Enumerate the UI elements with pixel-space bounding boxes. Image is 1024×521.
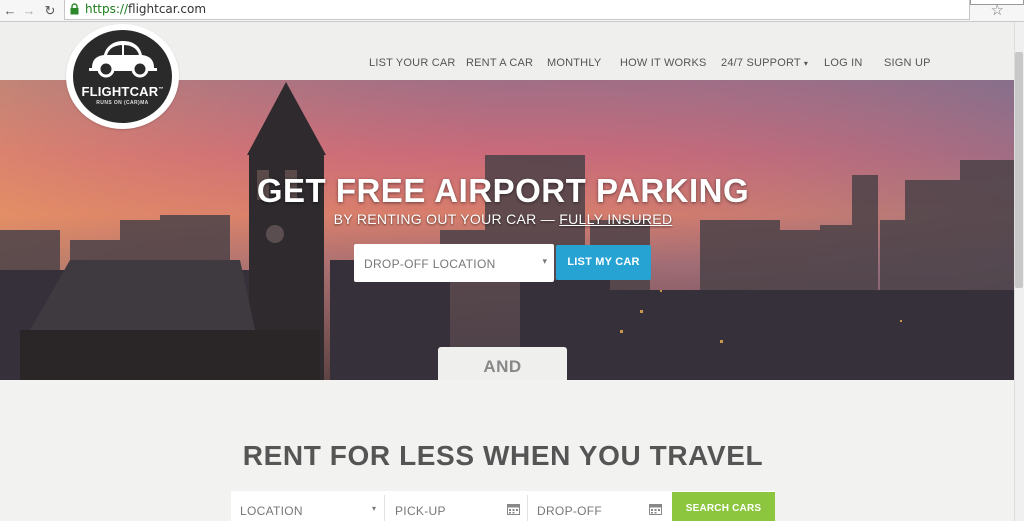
nav-how-it-works[interactable]: HOW IT WORKS [620, 57, 707, 69]
search-cars-button[interactable]: SEARCH CARS [672, 492, 775, 521]
hero-title: GET FREE AIRPORT PARKING [256, 172, 750, 209]
dropoff-location-select[interactable]: DROP-OFF LOCATION ▾ [354, 244, 554, 282]
chevron-down-icon: ▾ [542, 256, 547, 266]
chevron-down-icon: ▾ [803, 59, 809, 68]
fully-insured-link[interactable]: FULLY INSURED [559, 211, 672, 227]
reload-button[interactable]: ↻ [42, 2, 58, 19]
calendar-icon[interactable] [649, 503, 662, 515]
nav-sign-up[interactable]: SIGN UP [884, 57, 931, 69]
car-icon [89, 41, 157, 78]
nav-log-in[interactable]: LOG IN [824, 57, 863, 69]
logo-wordmark: FLIGHTCAR™ [73, 84, 172, 99]
browser-toolbar: ← → ↻ https://flightcar.com ☆ [0, 0, 1024, 22]
rent-section-title: RENT FOR LESS WHEN YOU TRAVEL [242, 440, 764, 471]
hero-subtitle: BY RENTING OUT YOUR CAR — FULLY INSURED [0, 211, 1006, 227]
calendar-icon[interactable] [507, 503, 520, 515]
logo-badge: FLIGHTCAR™ RUNS ON (CAR)MA [73, 30, 172, 123]
pickup-date-input[interactable]: PICK-UP [395, 504, 446, 518]
window-tag [970, 0, 1024, 5]
url-host: flightcar.com [128, 2, 207, 16]
hero-section: GET FREE AIRPORT PARKING BY RENTING OUT … [0, 80, 1014, 380]
chevron-down-icon: ▾ [372, 504, 377, 513]
logo-tagline: RUNS ON (CAR)MA [96, 100, 149, 106]
nav-support[interactable]: 24/7 SUPPORT ▾ [721, 57, 808, 69]
nav-rent-a-car[interactable]: RENT A CAR [466, 57, 533, 69]
scrollbar-thumb[interactable] [1015, 52, 1023, 288]
field-divider [527, 495, 528, 521]
lock-icon [70, 3, 79, 15]
nav-support-label: 24/7 SUPPORT [721, 57, 801, 69]
list-my-car-button[interactable]: LIST MY CAR [556, 245, 651, 280]
trademark-mark: ™ [158, 86, 164, 93]
hero-subtitle-text: BY RENTING OUT YOUR CAR — [333, 211, 556, 227]
address-bar[interactable]: https://flightcar.com [64, 0, 970, 20]
and-tab: AND [438, 347, 567, 380]
flightcar-logo[interactable]: FLIGHTCAR™ RUNS ON (CAR)MA [66, 24, 179, 129]
url-text: https://flightcar.com [85, 2, 206, 16]
back-button[interactable]: ← [2, 2, 18, 19]
location-select[interactable]: LOCATION [240, 504, 303, 518]
nav-monthly[interactable]: MONTHLY [547, 57, 601, 69]
dropoff-date-input[interactable]: DROP-OFF [537, 504, 602, 518]
url-scheme: https:// [85, 2, 129, 16]
city-skyline-image [0, 80, 1014, 380]
scrollbar[interactable] [1014, 22, 1024, 521]
field-divider [384, 495, 385, 521]
nav-list-your-car[interactable]: LIST YOUR CAR [369, 57, 456, 69]
forward-button[interactable]: → [21, 2, 37, 19]
dropoff-location-placeholder: DROP-OFF LOCATION [364, 257, 496, 271]
logo-wordmark-text: FLIGHTCAR [81, 84, 159, 99]
